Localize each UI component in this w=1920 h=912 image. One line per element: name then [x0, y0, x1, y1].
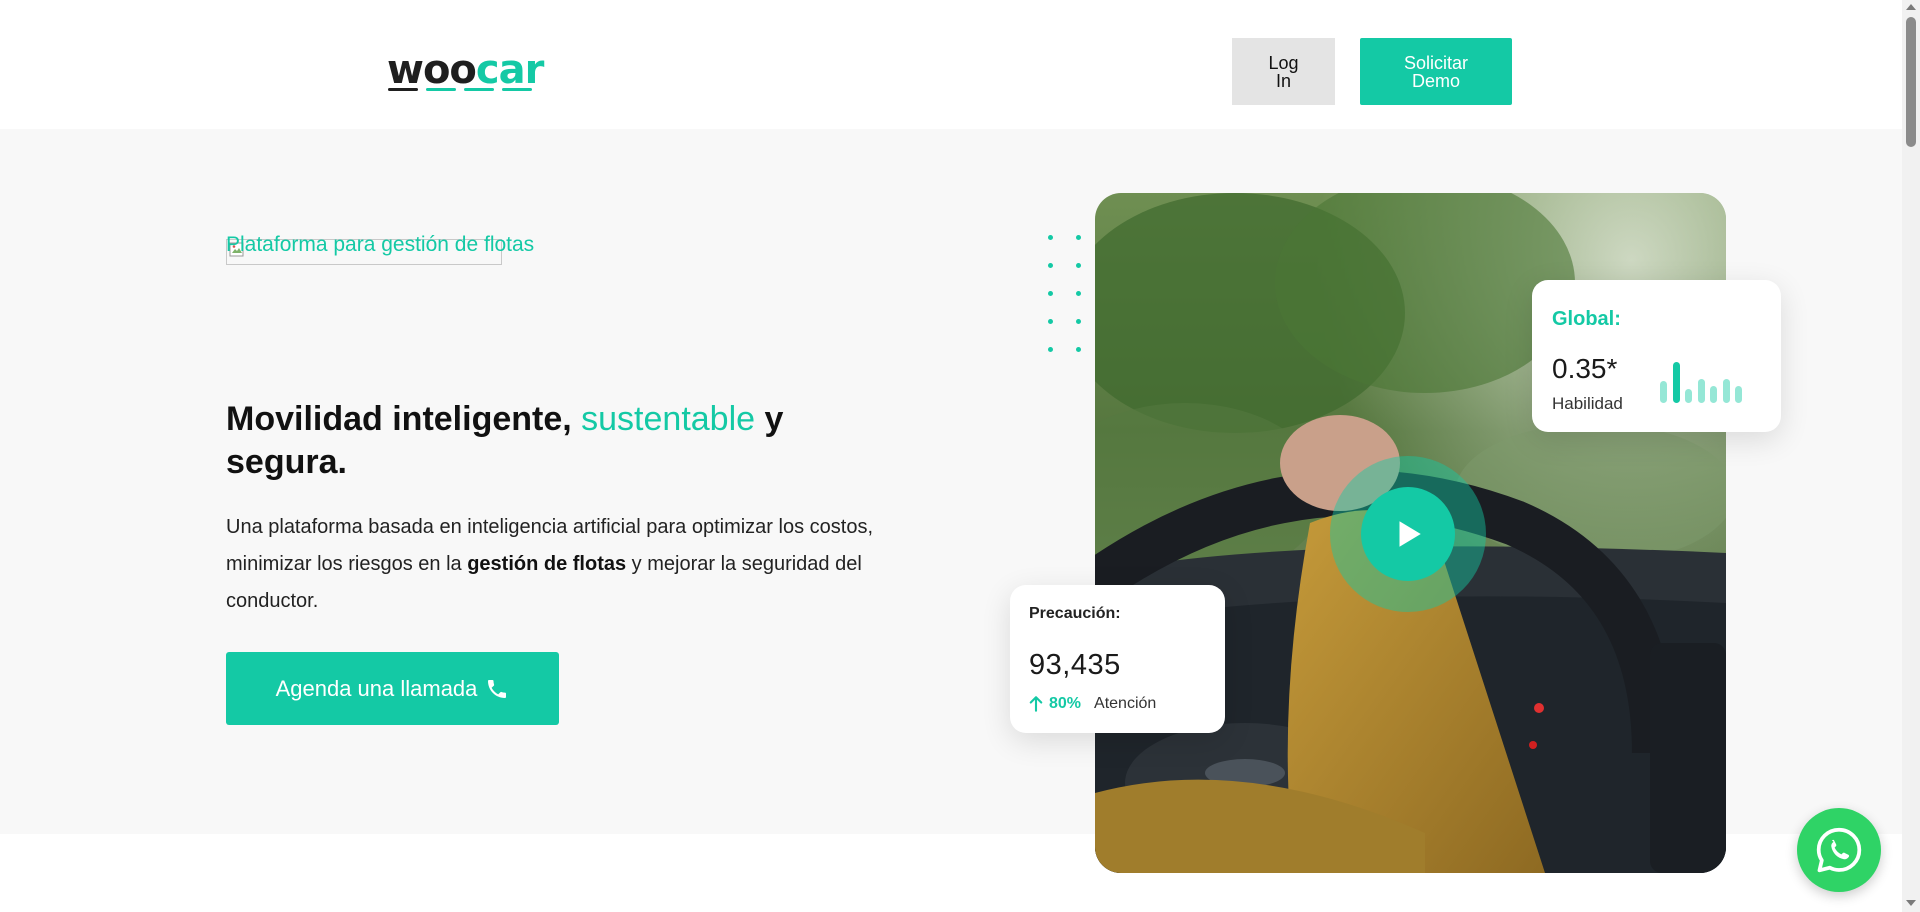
caution-card-value: 93,435	[1029, 649, 1121, 681]
whatsapp-button[interactable]	[1797, 808, 1881, 892]
play-video-button[interactable]	[1361, 487, 1455, 581]
logo-text-dark: woo	[387, 47, 477, 93]
scroll-up-arrow-icon[interactable]	[1906, 4, 1916, 10]
trend-percent: 80%	[1049, 695, 1082, 712]
site-header: woocar Log In Solicitar Demo	[0, 0, 1902, 129]
arrow-up-icon	[1029, 696, 1043, 712]
caution-card-title: Precaución:	[1029, 605, 1121, 622]
caution-trend: 80% Atención	[1027, 695, 1156, 713]
login-button[interactable]: Log In	[1232, 38, 1335, 105]
global-score-card: Global: 0.35* Habilidad	[1532, 280, 1781, 432]
desc-bold: gestión de flotas	[467, 553, 627, 575]
hero-description: Una plataforma basada en inteligencia ar…	[226, 509, 906, 620]
cta-label: Agenda una llamada	[275, 675, 478, 701]
hero-eyebrow: Plataforma para gestión de flotas	[226, 233, 535, 256]
phone-icon	[488, 679, 507, 698]
skill-bar	[1697, 379, 1705, 403]
global-card-label: Habilidad	[1552, 394, 1623, 413]
woocar-logo[interactable]: woocar	[387, 47, 544, 93]
caution-card: Precaución: 93,435 80% Atención	[1010, 585, 1225, 733]
skill-bar	[1735, 386, 1742, 403]
skill-bar-chart	[1660, 355, 1750, 403]
skill-bar	[1710, 386, 1717, 403]
skill-bar	[1672, 362, 1680, 403]
scrollbar-thumb[interactable]	[1906, 17, 1916, 147]
page-scrollbar[interactable]	[1902, 0, 1920, 912]
hero-headline: Movilidad inteligente, sustentable y seg…	[226, 398, 826, 484]
play-icon	[1399, 521, 1421, 547]
skill-bar	[1722, 379, 1730, 403]
headline-text: Movilidad inteligente,	[226, 400, 582, 438]
skill-bar	[1660, 381, 1667, 403]
request-demo-button[interactable]: Solicitar Demo	[1360, 38, 1512, 105]
global-card-value: 0.35*	[1552, 353, 1618, 384]
whatsapp-icon	[1816, 827, 1862, 873]
logo-text-accent: car	[475, 47, 544, 93]
scroll-down-arrow-icon[interactable]	[1906, 900, 1916, 906]
schedule-call-button[interactable]: Agenda una llamada	[226, 652, 559, 725]
skill-bar	[1685, 389, 1692, 403]
logo-underline	[388, 88, 534, 91]
trend-label: Atención	[1094, 695, 1157, 712]
headline-accent: sustentable	[581, 400, 756, 438]
global-card-title: Global:	[1552, 308, 1621, 330]
